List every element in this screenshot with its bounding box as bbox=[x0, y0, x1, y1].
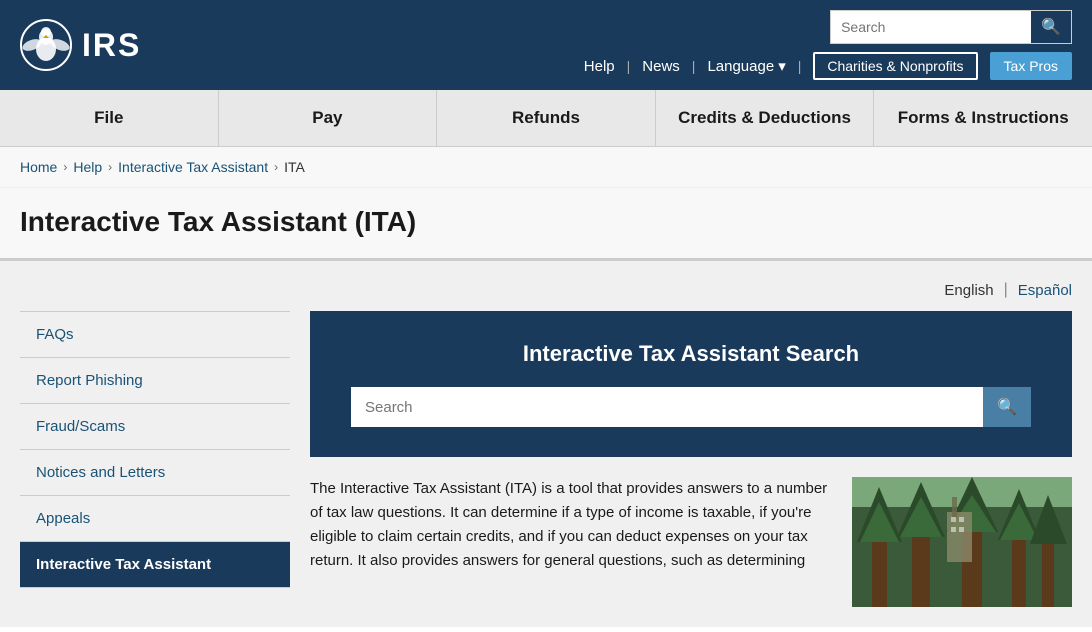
logo-area: IRS bbox=[20, 19, 141, 71]
sidebar-item-ita[interactable]: Interactive Tax Assistant bbox=[20, 542, 290, 588]
nav-separator-3: | bbox=[798, 58, 802, 74]
lang-separator: | bbox=[1004, 281, 1008, 299]
breadcrumb-current: ITA bbox=[284, 159, 305, 175]
lang-current: English bbox=[944, 282, 993, 299]
ita-search-input-wrapper: 🔍 bbox=[351, 387, 1031, 427]
header-search-button[interactable]: 🔍 bbox=[1031, 11, 1071, 43]
breadcrumb-home[interactable]: Home bbox=[20, 159, 57, 175]
main-navigation: File Pay Refunds Credits & Deductions Fo… bbox=[0, 90, 1092, 147]
page-title-area: Interactive Tax Assistant (ITA) bbox=[0, 188, 1092, 261]
ita-search-title: Interactive Tax Assistant Search bbox=[340, 341, 1042, 367]
main-content: Interactive Tax Assistant Search 🔍 The I… bbox=[290, 311, 1072, 627]
breadcrumb-help[interactable]: Help bbox=[73, 159, 102, 175]
breadcrumb: Home › Help › Interactive Tax Assistant … bbox=[0, 147, 1092, 188]
breadcrumb-ita-link[interactable]: Interactive Tax Assistant bbox=[118, 159, 268, 175]
language-button[interactable]: Language ▾ bbox=[707, 57, 785, 75]
sidebar-item-appeals[interactable]: Appeals bbox=[20, 496, 290, 542]
ita-search-input[interactable] bbox=[351, 389, 983, 426]
language-label: Language bbox=[707, 58, 774, 75]
description-text: The Interactive Tax Assistant (ITA) is a… bbox=[310, 477, 836, 607]
help-link[interactable]: Help bbox=[584, 58, 615, 75]
espanol-link[interactable]: Español bbox=[1018, 282, 1072, 299]
breadcrumb-sep-3: › bbox=[274, 160, 278, 174]
breadcrumb-sep-1: › bbox=[63, 160, 67, 174]
tax-pros-button[interactable]: Tax Pros bbox=[990, 52, 1072, 80]
ita-search-box: Interactive Tax Assistant Search 🔍 bbox=[310, 311, 1072, 457]
side-image-svg bbox=[852, 477, 1072, 607]
language-chevron-icon: ▾ bbox=[778, 57, 786, 75]
sidebar-item-fraud-scams[interactable]: Fraud/Scams bbox=[20, 404, 290, 450]
charities-button[interactable]: Charities & Nonprofits bbox=[813, 52, 977, 80]
sidebar-item-report-phishing[interactable]: Report Phishing bbox=[20, 358, 290, 404]
irs-logo-text: IRS bbox=[82, 27, 141, 64]
top-nav: Help | News | Language ▾ | Charities & N… bbox=[584, 52, 1072, 80]
page-title: Interactive Tax Assistant (ITA) bbox=[20, 206, 1072, 238]
sidebar: FAQs Report Phishing Fraud/Scams Notices… bbox=[20, 311, 290, 627]
sidebar-item-notices-letters[interactable]: Notices and Letters bbox=[20, 450, 290, 496]
nav-item-forms[interactable]: Forms & Instructions bbox=[874, 90, 1092, 146]
header-right: 🔍 Help | News | Language ▾ | Charities &… bbox=[584, 10, 1072, 80]
main-wrapper: English | Español FAQs Report Phishing F… bbox=[0, 261, 1092, 627]
nav-separator-2: | bbox=[692, 58, 696, 74]
header-search-input[interactable] bbox=[831, 11, 1031, 43]
ita-search-button[interactable]: 🔍 bbox=[983, 387, 1031, 427]
side-image bbox=[852, 477, 1072, 607]
sidebar-item-faqs[interactable]: FAQs bbox=[20, 311, 290, 358]
breadcrumb-sep-2: › bbox=[108, 160, 112, 174]
news-link[interactable]: News bbox=[642, 58, 680, 75]
nav-item-credits[interactable]: Credits & Deductions bbox=[656, 90, 875, 146]
irs-eagle-icon bbox=[20, 19, 72, 71]
description-image-row: The Interactive Tax Assistant (ITA) is a… bbox=[310, 477, 1072, 607]
language-switcher: English | Español bbox=[20, 281, 1072, 311]
search-wrapper: 🔍 bbox=[830, 10, 1072, 44]
site-header: IRS 🔍 Help | News | Language ▾ | Chariti… bbox=[0, 0, 1092, 90]
nav-item-refunds[interactable]: Refunds bbox=[437, 90, 656, 146]
nav-separator-1: | bbox=[627, 58, 631, 74]
nav-item-pay[interactable]: Pay bbox=[219, 90, 438, 146]
content-area: FAQs Report Phishing Fraud/Scams Notices… bbox=[20, 311, 1072, 627]
nav-item-file[interactable]: File bbox=[0, 90, 219, 146]
